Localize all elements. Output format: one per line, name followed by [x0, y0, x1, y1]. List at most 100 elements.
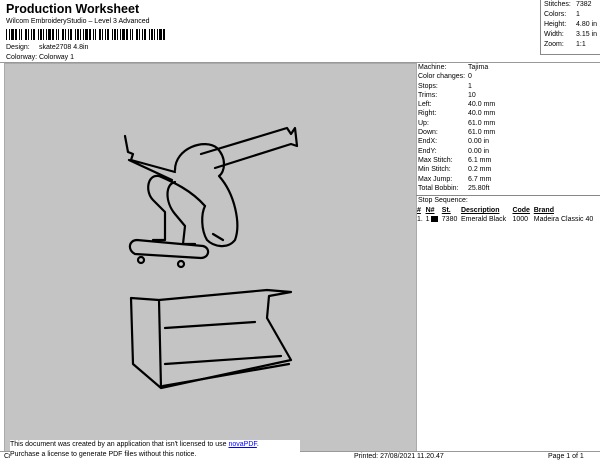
barcode-bar: [120, 29, 121, 40]
barcode-bar: [83, 29, 84, 40]
row-total-bobbin: Total Bobbin: 25.80ft: [418, 184, 490, 192]
page-number: Page 1 of 1: [548, 453, 584, 460]
barcode-bar: [46, 29, 47, 40]
stat-stitches: Stitches: 7382: [544, 1, 592, 8]
barcode-bar: [38, 29, 39, 40]
barcode-bar: [85, 29, 88, 40]
row-stops: Stops: 1: [418, 82, 472, 90]
barcode-bar: [58, 29, 59, 40]
barcode-bar: [102, 29, 103, 40]
top-stats-panel: Stitches: 7382 Colors: 1 Height: 4.80 in Wi…: [540, 0, 600, 55]
colorway-row: Colorway: Colorway 1: [6, 54, 74, 61]
barcode-bar: [99, 29, 101, 40]
barcode-bar: [144, 29, 146, 40]
barcode-bar: [75, 29, 76, 40]
barcode-bar: [159, 29, 162, 40]
barcode-bar: [107, 29, 109, 40]
skater-left-arm: [123, 134, 177, 182]
stat-width: Width: 3.15 in: [544, 31, 598, 38]
skateboard: [128, 238, 210, 260]
design-row: Design: skate2708 4.8in: [6, 44, 88, 51]
row-max-jump: Max Jump: 6.7 mm: [418, 175, 492, 183]
barcode-bar: [122, 29, 125, 40]
col-code: Code: [512, 207, 530, 215]
ledge-front-lines: [161, 320, 291, 388]
barcode-bar: [157, 29, 158, 40]
barcode-bar: [154, 29, 155, 40]
barcode-bar: [28, 29, 29, 40]
barcode-bar: [33, 29, 35, 40]
notice-line-1: This document was created by an applicat…: [10, 441, 259, 448]
stop-sequence-header-row: # N# St. Description Code Brand: [416, 206, 600, 215]
barcode-bar: [151, 29, 153, 40]
barcode-bar: [105, 29, 106, 40]
barcode-bar: [15, 29, 17, 40]
col-needle: N#: [425, 207, 435, 215]
skater-legs: [147, 174, 225, 246]
barcode-bar: [95, 29, 96, 40]
barcode-bar: [126, 29, 128, 40]
barcode-bar: [114, 29, 116, 40]
notice-line-2: Purchase a license to generate PDF files…: [10, 450, 197, 458]
row-left: Left: 40.0 mm: [418, 101, 496, 109]
row-brand: Madeira Classic 40: [533, 216, 594, 224]
col-brand: Brand: [533, 207, 554, 215]
barcode-bar: [6, 29, 7, 40]
barcode-bar: [77, 29, 79, 40]
barcode-bar: [163, 29, 165, 40]
row-endy: EndY: 0.00 in: [418, 147, 490, 155]
row-endx: EndX: 0.00 in: [418, 138, 490, 146]
barcode-bar: [62, 29, 64, 40]
colorway-label: Colorway:: [6, 54, 38, 61]
ledge-box: [129, 288, 293, 390]
row-description: Emerald Black: [460, 216, 507, 224]
row-code: 1000: [512, 216, 529, 224]
barcode-bar: [139, 29, 140, 40]
barcode-bar: [112, 29, 113, 40]
design-label: Design:: [6, 44, 30, 51]
stop-sequence-heading: Stop Sequence:: [416, 195, 600, 206]
license-notice: This document was created by an applicat…: [10, 440, 300, 460]
row-down: Down: 61.0 mm: [418, 129, 496, 137]
barcode-bar: [11, 29, 14, 40]
row-machine: Machine: Tajima: [418, 64, 489, 71]
barcode-bar: [40, 29, 42, 40]
novapdf-link[interactable]: novaPDF: [228, 441, 256, 448]
stop-sequence-table: # N# St. Description Code Brand 1. 1 738…: [416, 206, 600, 224]
software-subtitle: Wilcom EmbroideryStudio – Level 3 Advanc…: [6, 18, 150, 25]
row-up: Up: 61.0 mm: [418, 119, 496, 127]
worksheet-title: Production Worksheet: [6, 2, 140, 16]
barcode-bar: [89, 29, 91, 40]
stat-height: Height: 4.80 in: [544, 21, 598, 28]
skateboard-wheel-left: [136, 255, 146, 265]
barcode-bar: [48, 29, 51, 40]
col-stitches: St.: [441, 207, 451, 215]
row-max-stitch: Max Stitch: 6.1 mm: [418, 156, 492, 164]
barcode-bar: [117, 29, 118, 40]
barcode-bar: [25, 29, 27, 40]
design-value: skate2708 4.8in: [39, 44, 89, 51]
barcode-bar: [93, 29, 94, 40]
barcode-bar: [21, 29, 22, 40]
barcode-bar: [68, 29, 69, 40]
skater-embroidery-drawing: [123, 126, 299, 390]
barcode-bar: [52, 29, 54, 40]
barcode-bar: [19, 29, 20, 40]
row-num: 1.: [417, 216, 423, 224]
barcode-bar: [70, 29, 72, 40]
skateboard-wheel-right: [176, 259, 186, 269]
barcode-bar: [65, 29, 66, 40]
barcode-bar: [149, 29, 150, 40]
row-needle: 1: [425, 215, 441, 224]
colorway-value: Colorway 1: [39, 54, 75, 61]
barcode-bar: [31, 29, 32, 40]
printed-timestamp: Printed: 27/08/2021 11.20.47: [354, 453, 444, 460]
row-min-stitch: Min Stitch: 0.2 mm: [418, 166, 492, 174]
row-trims: Trims: 10: [418, 91, 476, 99]
barcode-bar: [56, 29, 57, 40]
barcode-bar: [132, 29, 133, 40]
col-num: #: [417, 207, 421, 215]
row-stitches: 7380: [441, 216, 458, 224]
barcode-bar: [130, 29, 131, 40]
design-preview-canvas: [4, 63, 417, 452]
